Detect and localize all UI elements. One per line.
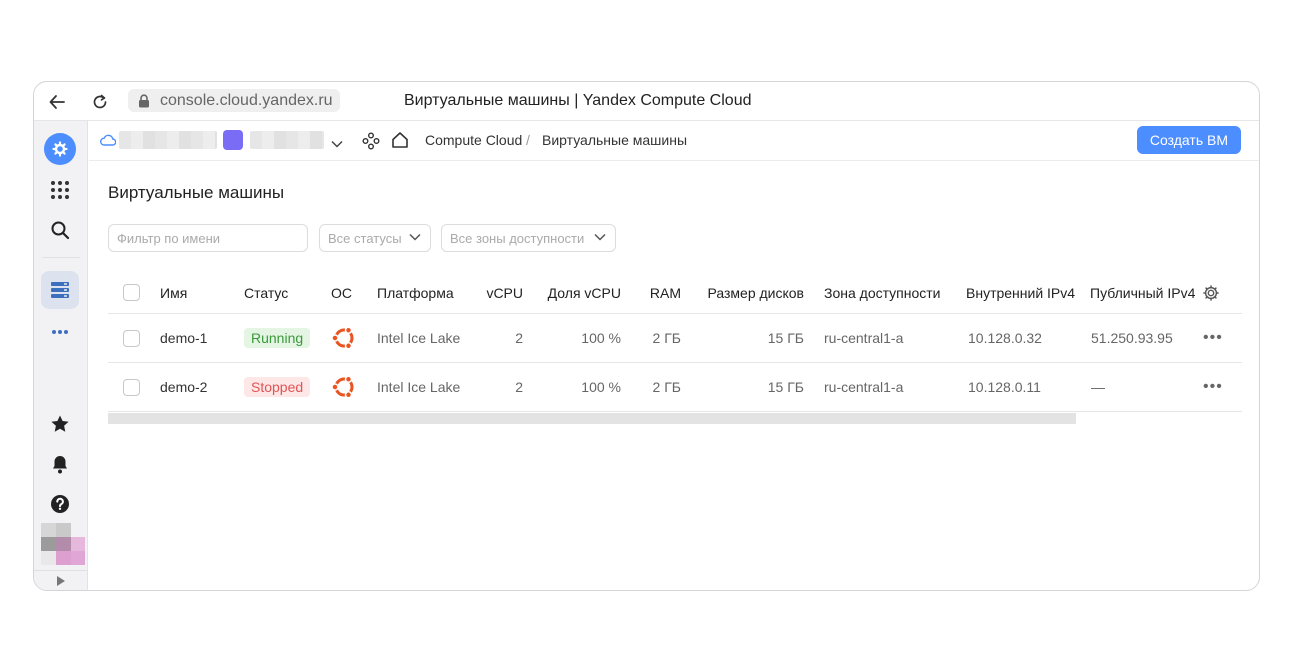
column-header-internal-ip[interactable]: Внутренний IPv4: [966, 272, 1075, 313]
status-cell: Running: [244, 314, 311, 362]
services-hub-icon[interactable]: [362, 132, 380, 155]
status-filter-value: Все статусы: [328, 230, 402, 246]
back-arrow-icon[interactable]: [45, 90, 69, 114]
cloud-icon: [100, 133, 117, 151]
row-actions-menu-button[interactable]: •••: [1203, 363, 1223, 411]
disk-size-cell: 15 ГБ: [767, 330, 804, 346]
vcpu-share-cell: 100 %: [581, 379, 621, 395]
column-header-ram[interactable]: RAM: [636, 272, 681, 313]
column-header-zone[interactable]: Зона доступности: [824, 272, 941, 313]
status-badge: Stopped: [244, 377, 311, 397]
public-ip-cell: —: [1091, 379, 1105, 395]
cloud-name-redacted[interactable]: [119, 131, 217, 149]
sidebar-divider: [42, 257, 80, 258]
platform-cell: Intel Ice Lake: [377, 379, 461, 395]
vcpu-share-cell: 100 %: [581, 330, 621, 346]
url-text: console.cloud.yandex.ru: [160, 91, 333, 109]
row-checkbox[interactable]: [123, 329, 140, 347]
vcpu-cell: 2: [515, 330, 523, 346]
more-services-icon[interactable]: [47, 319, 73, 345]
home-icon[interactable]: [391, 131, 409, 154]
vm-name-link[interactable]: demo-2: [160, 363, 207, 411]
column-header-name[interactable]: Имя: [160, 272, 187, 313]
column-header-os[interactable]: ОС: [331, 272, 352, 313]
sidebar: [34, 121, 88, 590]
play-arrow-icon: [56, 575, 65, 586]
internal-ip-cell[interactable]: 10.128.0.11: [968, 363, 1041, 411]
zone-cell: ru-central1-a: [824, 330, 904, 346]
ram-cell: 2 ГБ: [652, 330, 681, 346]
column-header-vcpu-share[interactable]: Доля vCPU: [538, 272, 621, 313]
user-avatar[interactable]: [41, 523, 85, 565]
breadcrumb-current: Виртуальные машины: [542, 132, 688, 148]
tab-title: Виртуальные машины | Yandex Compute Clou…: [404, 92, 752, 109]
platform-cell: Intel Ice Lake: [377, 330, 461, 346]
horizontal-scrollbar[interactable]: [108, 413, 1076, 424]
ubuntu-icon: [331, 314, 357, 362]
vm-name-link[interactable]: demo-1: [160, 314, 207, 362]
vcpu-cell: 2: [515, 379, 523, 395]
ubuntu-icon: [331, 363, 357, 411]
row-select-cell: [123, 314, 140, 362]
disk-size-cell: 15 ГБ: [767, 379, 804, 395]
zone-filter-value: Все зоны доступности: [450, 230, 585, 246]
chevron-down-icon: [409, 233, 421, 241]
console-logo-icon[interactable]: [44, 133, 76, 165]
address-bar[interactable]: console.cloud.yandex.ru: [128, 89, 340, 112]
column-header-platform[interactable]: Платформа: [377, 272, 454, 313]
zone-filter-select[interactable]: Все зоны доступности: [441, 224, 616, 252]
table-settings-gear-icon[interactable]: [1202, 272, 1220, 313]
column-header-public-ip[interactable]: Публичный IPv4: [1090, 272, 1195, 313]
ram-cell: 2 ГБ: [652, 379, 681, 395]
row-select-cell: [123, 363, 140, 411]
reload-icon[interactable]: [88, 90, 112, 114]
create-vm-button[interactable]: Создать ВМ: [1136, 126, 1241, 154]
search-icon[interactable]: [47, 217, 73, 243]
name-filter-placeholder: Фильтр по имени: [117, 230, 221, 246]
sidebar-item-compute[interactable]: [41, 271, 79, 309]
public-ip-cell[interactable]: 51.250.93.95: [1091, 314, 1173, 362]
browser-window: console.cloud.yandex.ru Виртуальные маши…: [33, 81, 1260, 591]
bell-icon[interactable]: [47, 451, 73, 477]
status-cell: Stopped: [244, 363, 311, 411]
table-header-row: Имя Статус ОС Платформа vCPU Доля vCPU R…: [108, 272, 1242, 314]
select-all-checkbox[interactable]: [123, 284, 140, 301]
lock-icon: [136, 93, 152, 109]
vm-table: Имя Статус ОС Платформа vCPU Доля vCPU R…: [108, 272, 1242, 412]
breadcrumb-separator: /: [526, 132, 530, 148]
name-filter-input[interactable]: Фильтр по имени: [108, 224, 308, 252]
browser-toolbar: console.cloud.yandex.ru Виртуальные маши…: [34, 82, 1259, 121]
chevron-down-icon[interactable]: [331, 135, 343, 153]
page-title: Виртуальные машины: [108, 183, 285, 202]
expand-sidebar-toggle[interactable]: [34, 570, 87, 590]
zone-cell: ru-central1-a: [824, 379, 904, 395]
row-actions-menu-button[interactable]: •••: [1203, 314, 1223, 362]
table-row[interactable]: demo-1 Running Intel Ice Lake 2 100 % 2 …: [108, 314, 1242, 363]
breadcrumb: Compute Cloud / Виртуальные машины Созда…: [89, 121, 1259, 161]
status-filter-select[interactable]: Все статусы: [319, 224, 431, 252]
breadcrumb-compute-cloud[interactable]: Compute Cloud: [425, 132, 522, 148]
table-row[interactable]: demo-2 Stopped Intel Ice Lake 2 100 % 2 …: [108, 363, 1242, 412]
column-header-disk-size[interactable]: Размер дисков: [696, 272, 804, 313]
row-checkbox[interactable]: [123, 378, 140, 396]
select-all-cell: [123, 272, 140, 313]
star-icon[interactable]: [47, 411, 73, 437]
folder-name-redacted[interactable]: [250, 131, 324, 149]
all-services-grid-icon[interactable]: [47, 177, 73, 203]
column-header-status[interactable]: Статус: [244, 272, 288, 313]
status-badge: Running: [244, 328, 311, 348]
help-icon[interactable]: [47, 491, 73, 517]
folder-avatar: [223, 130, 243, 150]
column-header-vcpu[interactable]: vCPU: [480, 272, 523, 313]
chevron-down-icon: [594, 233, 606, 241]
internal-ip-cell[interactable]: 10.128.0.32: [968, 314, 1042, 362]
